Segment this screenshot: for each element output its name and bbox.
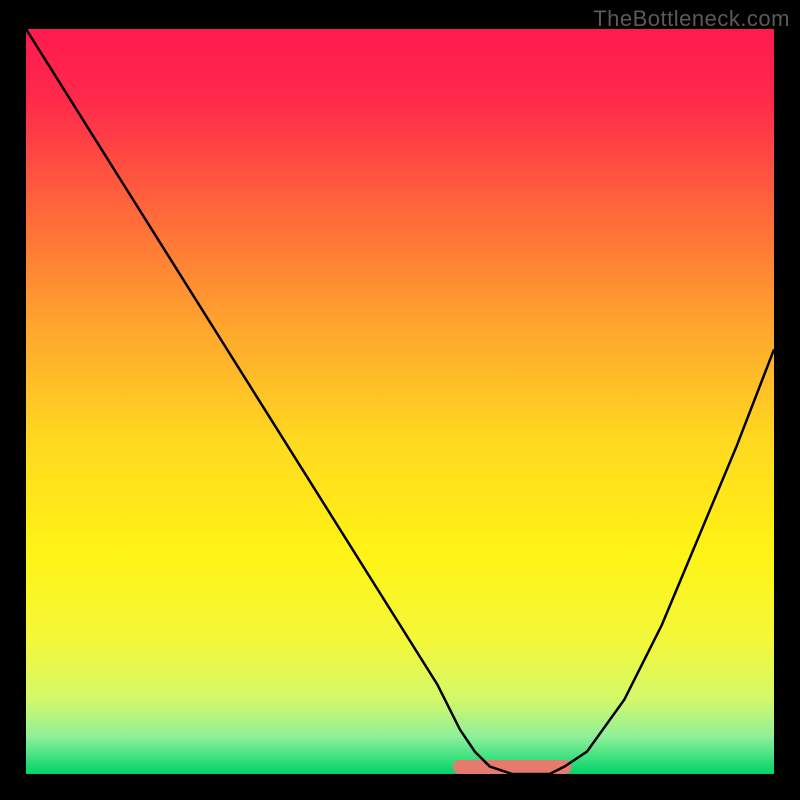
bottleneck-curve <box>26 29 774 774</box>
chart-curve-layer <box>26 29 774 774</box>
chart-plot-area <box>26 29 774 774</box>
watermark-text: TheBottleneck.com <box>593 6 790 32</box>
